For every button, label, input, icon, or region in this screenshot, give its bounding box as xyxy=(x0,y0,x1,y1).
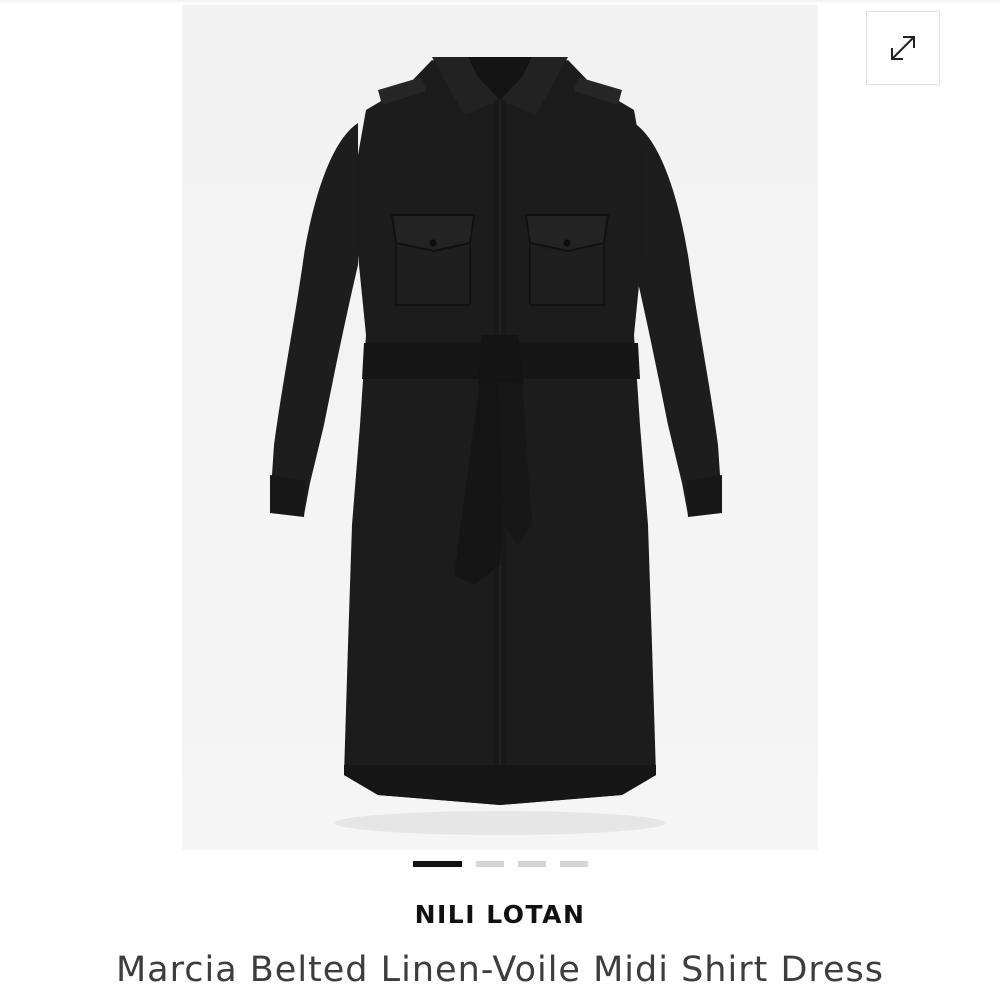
brand-name[interactable]: NILI LOTAN xyxy=(0,900,1000,929)
carousel-dot-4[interactable] xyxy=(559,861,588,867)
top-divider xyxy=(0,0,1000,4)
expand-arrows-icon xyxy=(891,36,915,60)
product-image[interactable] xyxy=(182,5,818,850)
carousel-dot-2[interactable] xyxy=(475,861,504,867)
product-title: Marcia Belted Linen-Voile Midi Shirt Dre… xyxy=(115,950,885,990)
expand-image-button[interactable] xyxy=(866,11,940,85)
dress-illustration xyxy=(182,5,818,850)
carousel-dot-1[interactable] xyxy=(412,861,462,867)
image-carousel-pagination xyxy=(0,861,1000,869)
product-page: NILI LOTAN Marcia Belted Linen-Voile Mid… xyxy=(0,0,1000,1000)
carousel-dot-3[interactable] xyxy=(517,861,546,867)
